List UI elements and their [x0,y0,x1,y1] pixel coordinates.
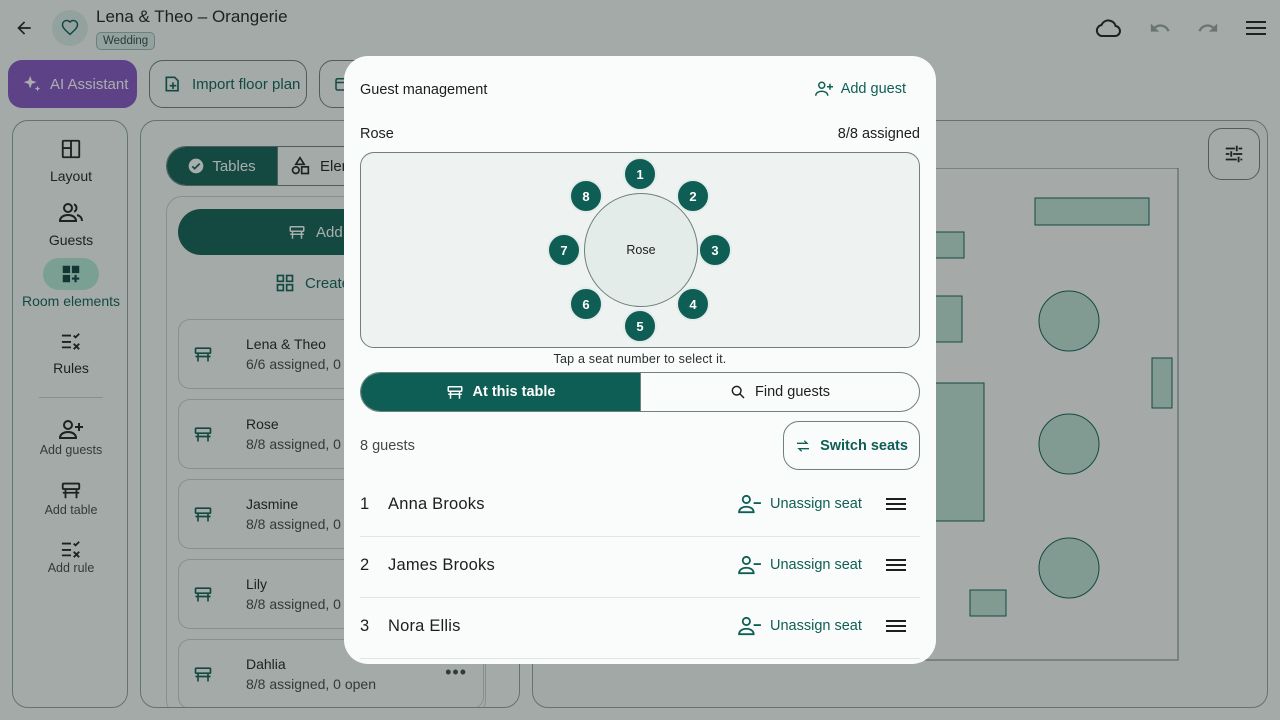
tab-find-guests-label: Find guests [755,384,830,400]
seat-button-7[interactable]: 7 [547,233,581,267]
guest-name: Anna Brooks [388,495,485,513]
guest-row: 1 Anna Brooks Unassign seat [360,476,920,537]
guest-name: James Brooks [388,556,495,574]
switch-seats-button[interactable]: Switch seats [783,421,920,470]
person-remove-icon [738,494,761,514]
seat-button-1[interactable]: 1 [623,157,657,191]
person-remove-icon [738,616,761,636]
guest-count: 8 guests [360,438,415,454]
unassign-seat-label: Unassign seat [770,557,862,573]
guest-seat-number: 3 [360,617,370,635]
dialog-title: Guest management [360,82,488,98]
seat-button-5[interactable]: 5 [623,309,657,343]
tab-at-this-table[interactable]: At this table [361,373,640,411]
seat-button-8[interactable]: 8 [569,179,603,213]
unassign-seat-label: Unassign seat [770,618,862,634]
guest-management-dialog: Guest management Add guest Rose 8/8 assi… [344,56,936,664]
guest-name: Nora Ellis [388,617,461,635]
seat-button-2[interactable]: 2 [676,179,710,213]
person-remove-icon [738,555,761,575]
unassign-seat-label: Unassign seat [770,496,862,512]
unassign-seat-button[interactable]: Unassign seat [738,555,862,575]
guest-seat-number: 1 [360,495,370,513]
tab-at-this-table-label: At this table [472,384,556,400]
tab-find-guests[interactable]: Find guests [640,373,919,411]
switch-seats-label: Switch seats [820,437,908,454]
drag-handle-icon[interactable] [886,557,906,573]
table-name-label: Rose [360,126,394,142]
seating-diagram: Rose 1 2 3 4 5 6 7 8 [360,152,920,348]
add-guest-button[interactable]: Add guest [814,80,906,98]
seat-button-4[interactable]: 4 [676,287,710,321]
add-person-icon [814,81,833,96]
seat-button-3[interactable]: 3 [698,233,732,267]
guest-row: 3 Nora Ellis Unassign seat [360,598,920,659]
search-icon [731,385,745,399]
assigned-count: 8/8 assigned [837,126,920,142]
unassign-seat-button[interactable]: Unassign seat [738,494,862,514]
table-icon [447,386,462,399]
guest-row: 2 James Brooks Unassign seat [360,537,920,598]
drag-handle-icon[interactable] [886,618,906,634]
guest-seat-number: 2 [360,556,370,574]
unassign-seat-button[interactable]: Unassign seat [738,616,862,636]
add-guest-label: Add guest [840,81,906,97]
swap-icon [797,439,810,452]
drag-handle-icon[interactable] [886,496,906,512]
seat-hint: Tap a seat number to select it. [553,352,727,366]
seat-button-6[interactable]: 6 [569,287,603,321]
round-table: Rose [584,193,698,307]
guest-view-toggle: At this table Find guests [360,372,920,412]
